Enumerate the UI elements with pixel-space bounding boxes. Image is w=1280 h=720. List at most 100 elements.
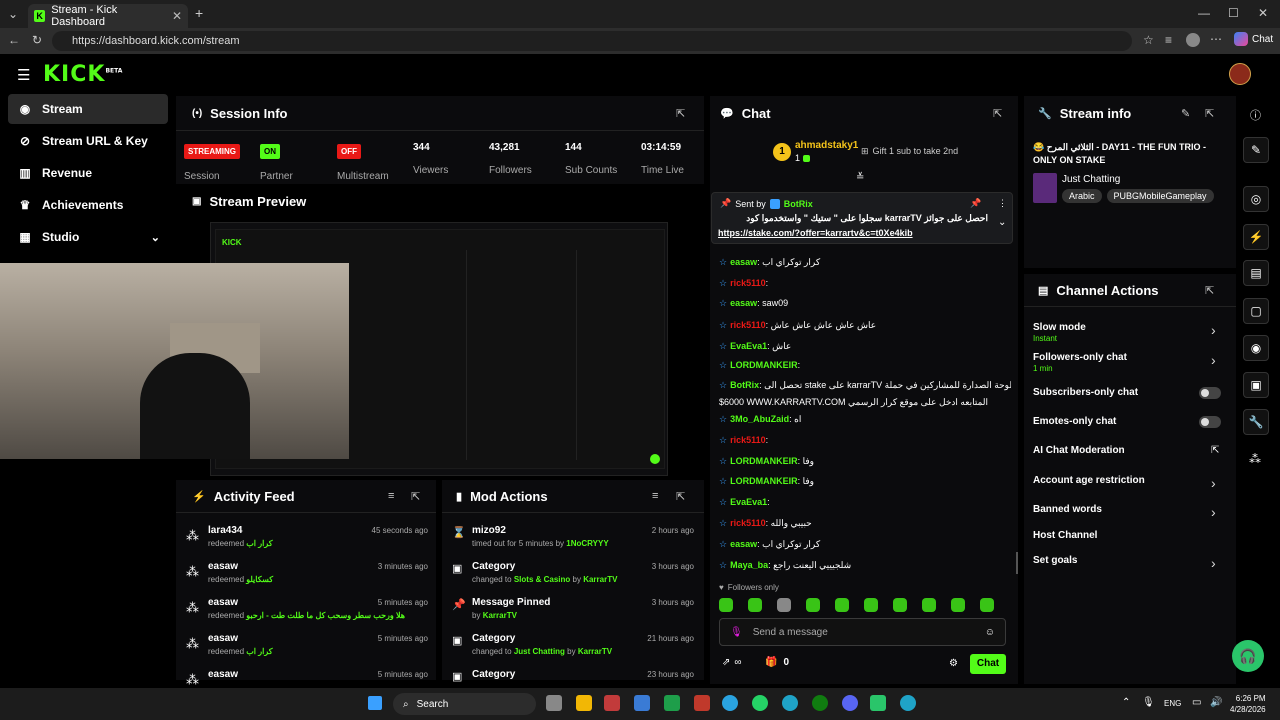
- calculator-icon[interactable]: [634, 695, 650, 711]
- popout-icon[interactable]: ⇱: [676, 107, 685, 120]
- top-gifter-name[interactable]: ahmadstaky1: [795, 140, 858, 151]
- chevron-right-icon[interactable]: ›: [1211, 352, 1216, 368]
- channel-action-row[interactable]: Host Channel: [1033, 528, 1223, 554]
- emote-icon[interactable]: [777, 598, 791, 612]
- rail-broadcast-icon[interactable]: ◉: [1243, 335, 1269, 361]
- whatsapp-icon[interactable]: [752, 695, 768, 711]
- infinity-icon[interactable]: ∞: [734, 657, 741, 668]
- activity-row[interactable]: ⁂ easaw 5 minutes ago redeemed هلا ورحب سطر…: [176, 594, 434, 628]
- telegram-icon[interactable]: [722, 695, 738, 711]
- rail-wrench-icon[interactable]: 🔧: [1243, 409, 1269, 435]
- back-icon[interactable]: ←: [8, 33, 20, 47]
- collapse-icon[interactable]: ≚: [856, 172, 864, 183]
- emote-icon[interactable]: [806, 598, 820, 612]
- kick-app-icon[interactable]: [870, 695, 886, 711]
- channel-action-row[interactable]: Emotes-only chat: [1033, 414, 1223, 440]
- rail-community-icon[interactable]: ⁂: [1249, 452, 1261, 466]
- emote-icon[interactable]: [951, 598, 965, 612]
- mod-action-row[interactable]: 📌 Message Pinned 3 hours ago by KarrarTV: [442, 594, 702, 628]
- filter-icon[interactable]: ≡: [388, 490, 394, 502]
- refresh-icon[interactable]: ↻: [32, 33, 42, 47]
- chat-input[interactable]: 🎙 Send a message ☺: [719, 618, 1006, 646]
- channel-action-row[interactable]: AI Chat Moderation ⇱: [1033, 443, 1223, 469]
- chat-username[interactable]: easaw: [730, 539, 757, 549]
- channel-action-row[interactable]: Set goals ›: [1033, 553, 1223, 579]
- filter-icon[interactable]: ≡: [652, 490, 658, 502]
- sidebar-item-achievements[interactable]: ♛ Achievements: [8, 190, 168, 220]
- more-menu-icon[interactable]: ⋯: [1210, 32, 1222, 46]
- send-chat-button[interactable]: Chat: [970, 654, 1006, 674]
- pinned-sender-name[interactable]: BotRix: [784, 199, 813, 209]
- chat-username[interactable]: Maya_ba: [730, 560, 768, 570]
- xbox-icon[interactable]: [812, 695, 828, 711]
- gift-box-icon[interactable]: 🎁: [765, 657, 777, 668]
- toggle-switch[interactable]: [1199, 416, 1221, 428]
- chat-username[interactable]: rick5110: [730, 435, 766, 445]
- chat-username[interactable]: rick5110: [730, 518, 766, 528]
- activity-row[interactable]: ⁂ easaw 5 minutes ago redeemed كرار اب: [176, 630, 434, 664]
- external-link-icon[interactable]: ⇱: [1211, 445, 1219, 456]
- chevron-right-icon[interactable]: ›: [1211, 322, 1216, 338]
- discord-icon[interactable]: [842, 695, 858, 711]
- copilot-button[interactable]: Chat: [1234, 32, 1273, 46]
- toggle-switch[interactable]: [1199, 387, 1221, 399]
- chat-username[interactable]: rick5110: [730, 320, 766, 330]
- chevron-right-icon[interactable]: ›: [1211, 555, 1216, 571]
- info-icon[interactable]: ⓘ: [1250, 107, 1261, 123]
- app-icon[interactable]: [694, 695, 710, 711]
- popout-icon[interactable]: ⇱: [1205, 107, 1214, 120]
- file-explorer-icon[interactable]: [576, 695, 592, 711]
- chat-username[interactable]: EvaEva1: [730, 497, 767, 507]
- maximize-icon[interactable]: ☐: [1228, 6, 1239, 20]
- rail-shield-icon[interactable]: ▣: [1243, 372, 1269, 398]
- mod-action-row[interactable]: ▣ Category 3 hours ago changed to Slots & C…: [442, 558, 702, 592]
- user-avatar[interactable]: [1229, 63, 1251, 85]
- pinned-link[interactable]: https://stake.com/?offer=karrartv&c=t0Xe…: [718, 228, 913, 238]
- rail-camera-icon[interactable]: ◎: [1243, 186, 1269, 212]
- microphone-icon[interactable]: 🎙: [730, 627, 743, 638]
- popout-icon[interactable]: ⇱: [1205, 284, 1214, 297]
- emote-icon[interactable]: [748, 598, 762, 612]
- language-indicator[interactable]: ENG: [1164, 699, 1181, 708]
- sidebar-item-stream-url-key[interactable]: ⊘ Stream URL & Key: [8, 126, 168, 156]
- channel-action-row[interactable]: Slow mode Instant ›: [1033, 320, 1223, 346]
- windows-start-icon[interactable]: [368, 696, 382, 710]
- edge-dev-icon[interactable]: [900, 695, 916, 711]
- more-options-icon[interactable]: ⋮: [998, 198, 1007, 209]
- taskbar-search[interactable]: ⌕ Search: [393, 693, 536, 715]
- chat-username[interactable]: EvaEva1: [730, 341, 767, 351]
- microphone-tray-icon[interactable]: 🎙: [1142, 697, 1155, 708]
- gift-sub-cta[interactable]: ⊞ Gift 1 sub to take 2nd: [861, 146, 958, 157]
- task-view-icon[interactable]: [546, 695, 562, 711]
- chat-username[interactable]: rick5110: [730, 278, 766, 288]
- favorite-icon[interactable]: ☆: [1143, 33, 1154, 47]
- support-headset-button[interactable]: 🎧: [1232, 640, 1264, 672]
- sidebar-item-stream[interactable]: ◉ Stream: [8, 94, 168, 124]
- signal-icon[interactable]: ⇗: [722, 657, 730, 668]
- sidebar-item-revenue[interactable]: ▥ Revenue: [8, 158, 168, 188]
- rail-document-icon[interactable]: ▤: [1243, 260, 1269, 286]
- mod-action-row[interactable]: ▣ Category 21 hours ago changed to Just Cha…: [442, 630, 702, 664]
- category-name[interactable]: Just Chatting: [1062, 174, 1120, 185]
- app-icon[interactable]: [604, 695, 620, 711]
- emote-icon[interactable]: [980, 598, 994, 612]
- tag-chip[interactable]: PUBGMobileGameplay: [1106, 189, 1214, 203]
- tag-chip[interactable]: Arabic: [1062, 189, 1102, 203]
- new-tab-icon[interactable]: +: [195, 5, 203, 21]
- mod-action-row[interactable]: ⌛ mizo92 2 hours ago timed out for 5 minute…: [442, 522, 702, 556]
- chat-username[interactable]: easaw: [730, 298, 757, 308]
- emoji-icon[interactable]: ☺: [985, 627, 995, 638]
- channel-action-row[interactable]: Followers-only chat 1 min ›: [1033, 350, 1223, 376]
- browser-tab[interactable]: K Stream - Kick Dashboard ✕: [28, 4, 188, 28]
- expand-chevron-icon[interactable]: ⌄: [998, 217, 1006, 228]
- chevron-right-icon[interactable]: ›: [1211, 475, 1216, 491]
- chat-username[interactable]: LORDMANKEIR: [730, 360, 798, 370]
- channel-action-row[interactable]: Banned words ›: [1033, 502, 1223, 528]
- url-bar[interactable]: https://dashboard.kick.com/stream: [52, 31, 1132, 51]
- network-icon[interactable]: ▭: [1192, 697, 1201, 708]
- minimize-icon[interactable]: —: [1198, 6, 1210, 20]
- kick-logo[interactable]: KICKBETA: [43, 62, 122, 87]
- chat-username[interactable]: 3Mo_AbuZaid: [730, 414, 789, 424]
- chevron-right-icon[interactable]: ›: [1211, 504, 1216, 520]
- rail-chat-icon[interactable]: ▢: [1243, 298, 1269, 324]
